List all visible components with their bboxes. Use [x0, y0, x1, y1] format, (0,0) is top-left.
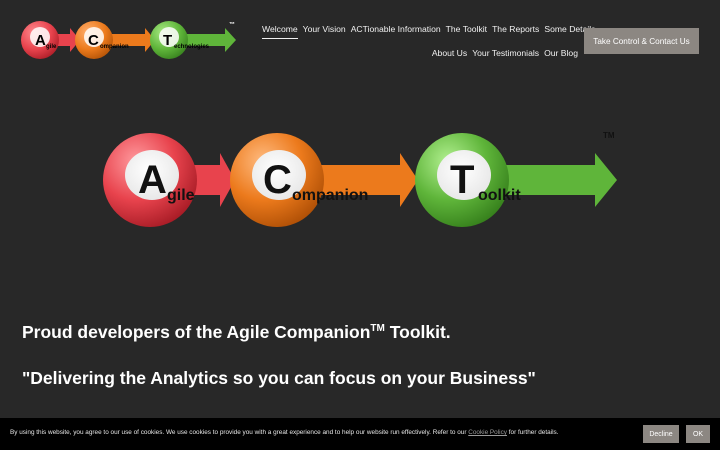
- svg-text:TM: TM: [603, 131, 615, 140]
- svg-text:C: C: [88, 32, 99, 49]
- svg-text:gile: gile: [46, 44, 57, 50]
- nav-the-reports[interactable]: The Reports: [492, 24, 539, 39]
- nav-row-primary: Welcome Your Vision ACTionable Informati…: [262, 24, 595, 39]
- nav-the-toolkit[interactable]: The Toolkit: [446, 24, 487, 39]
- svg-text:ompanion: ompanion: [100, 44, 129, 50]
- cookie-message-text: By using this website, you agree to our …: [10, 429, 469, 436]
- svg-text:A: A: [138, 158, 167, 202]
- site-logo[interactable]: A gile C ompanion T echnologies ™: [20, 18, 240, 62]
- svg-text:gile: gile: [167, 187, 195, 204]
- site-header: A gile C ompanion T echnologies ™ Welcom…: [0, 0, 720, 70]
- nav-our-blog[interactable]: Our Blog: [544, 48, 578, 62]
- headline-developers: Proud developers of the Agile CompanionT…: [22, 322, 451, 343]
- headline-developers-suffix: Toolkit.: [384, 322, 451, 342]
- nav-actionable-information[interactable]: ACTionable Information: [351, 24, 441, 39]
- svg-text:ompanion: ompanion: [292, 187, 368, 204]
- svg-text:echnologies: echnologies: [174, 44, 210, 50]
- svg-text:A: A: [35, 32, 46, 49]
- nav-welcome[interactable]: Welcome: [262, 24, 298, 39]
- hero-logo: A gile C ompanion T oolkit TM: [103, 131, 617, 227]
- svg-text:™: ™: [229, 21, 235, 28]
- nav-your-testimonials[interactable]: Your Testimonials: [472, 48, 539, 62]
- main-navigation: Welcome Your Vision ACTionable Informati…: [262, 24, 595, 62]
- cookie-ok-button[interactable]: OK: [686, 425, 710, 443]
- trademark-mark: TM: [370, 323, 385, 335]
- headline-developers-text: Proud developers of the Agile Companion: [22, 322, 371, 342]
- contact-us-button[interactable]: Take Control & Contact Us: [584, 28, 699, 54]
- nav-row-secondary: About Us Your Testimonials Our Blog: [262, 48, 578, 62]
- svg-text:T: T: [163, 32, 172, 49]
- svg-text:oolkit: oolkit: [478, 187, 521, 204]
- svg-text:C: C: [263, 158, 292, 202]
- headline-tagline: "Delivering the Analytics so you can foc…: [22, 368, 536, 388]
- cookie-policy-link[interactable]: Cookie Policy: [468, 429, 507, 436]
- cookie-message-suffix: for further details.: [506, 429, 559, 436]
- svg-text:T: T: [450, 158, 474, 202]
- cookie-message: By using this website, you agree to our …: [10, 429, 558, 436]
- nav-about-us[interactable]: About Us: [432, 48, 467, 62]
- nav-your-vision[interactable]: Your Vision: [303, 24, 346, 39]
- cookie-decline-button[interactable]: Decline: [643, 425, 679, 443]
- cookie-banner: By using this website, you agree to our …: [0, 418, 720, 450]
